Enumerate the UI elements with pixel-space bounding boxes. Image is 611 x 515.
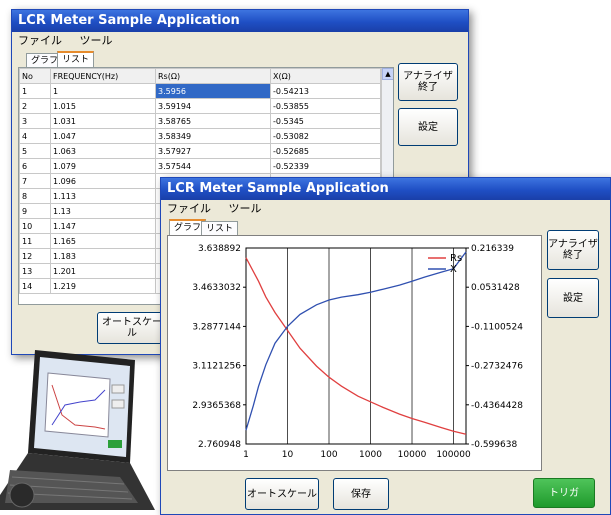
cell-no[interactable]: 13 [19, 263, 51, 279]
cell-x[interactable]: -0.53082 [270, 128, 381, 144]
table-row[interactable]: 3 1.031 3.58765 -0.5345 [19, 113, 381, 129]
cell-no[interactable]: 1 [19, 83, 51, 99]
x-tick-label: 1000 [359, 450, 382, 460]
window-title: LCR Meter Sample Application [12, 10, 468, 32]
y-right-tick-label: 0.216339 [471, 244, 514, 254]
y-right-tick-label: 0.0531428 [471, 283, 520, 293]
cell-frequency[interactable]: 1 [50, 83, 156, 99]
cell-no[interactable]: 9 [19, 203, 51, 219]
x-tick-label: 1 [243, 450, 249, 460]
cell-no[interactable]: 14 [19, 278, 51, 294]
cell-no[interactable]: 8 [19, 188, 51, 204]
cell-frequency[interactable]: 1.13 [50, 203, 156, 219]
legend-label-x: X [450, 264, 457, 275]
cell-no[interactable]: 7 [19, 173, 51, 189]
cell-no[interactable]: 6 [19, 158, 51, 174]
legend-label-rs: Rs [450, 253, 462, 264]
column-header-rs[interactable]: Rs(Ω) [155, 68, 271, 84]
y-right-tick-label: -0.2732476 [471, 362, 523, 372]
y-right-tick-label: -0.4364428 [471, 401, 523, 411]
table-row[interactable]: 1 1 3.5956 -0.54213 [19, 83, 381, 99]
cell-frequency[interactable]: 1.165 [50, 233, 156, 249]
cell-frequency[interactable]: 1.031 [50, 113, 156, 129]
y-left-tick-label: 2.760948 [198, 440, 241, 450]
graph-panel: 1 10 100 1000 10000 100000 3.638892 3.4633032 3.… [167, 235, 542, 471]
chart: 1 10 100 1000 10000 100000 3.638892 3.4633032 3.… [192, 244, 523, 460]
trigger-button[interactable]: トリガ [533, 478, 595, 508]
table-row[interactable]: 6 1.079 3.57544 -0.52339 [19, 158, 381, 174]
y-right-tick-label: -0.1100524 [471, 322, 523, 332]
tab-list[interactable]: リスト [57, 51, 95, 68]
settings-button[interactable]: 設定 [547, 278, 599, 318]
autoscale-button[interactable]: オートスケール [245, 478, 319, 510]
menu-tools[interactable]: ツール [229, 202, 262, 215]
cell-no[interactable]: 3 [19, 113, 51, 129]
table-header-row: No FREQUENCY(Hz) Rs(Ω) X(Ω) [19, 68, 381, 84]
y-left-tick-label: 2.9365368 [192, 401, 241, 411]
column-header-x[interactable]: X(Ω) [270, 68, 381, 84]
cell-frequency[interactable]: 1.113 [50, 188, 156, 204]
cell-rs[interactable]: 3.57927 [155, 143, 271, 159]
cell-frequency[interactable]: 1.096 [50, 173, 156, 189]
cell-no[interactable]: 5 [19, 143, 51, 159]
cell-rs[interactable]: 3.5956 [155, 83, 271, 99]
y-left-tick-label: 3.2877144 [192, 322, 241, 332]
cell-x[interactable]: -0.54213 [270, 83, 381, 99]
cell-rs[interactable]: 3.57544 [155, 158, 271, 174]
graph-window: LCR Meter Sample Application ファイル ツール グラ… [160, 177, 611, 515]
table-row[interactable]: 5 1.063 3.57927 -0.52685 [19, 143, 381, 159]
table-row[interactable]: 4 1.047 3.58349 -0.53082 [19, 128, 381, 144]
cell-frequency[interactable]: 1.201 [50, 263, 156, 279]
cell-no[interactable]: 2 [19, 98, 51, 114]
y-right-tick-label: -0.599638 [471, 440, 517, 450]
scroll-up-icon[interactable]: ▲ [382, 68, 393, 80]
cell-rs[interactable]: 3.59194 [155, 98, 271, 114]
y-left-tick-label: 3.4633032 [192, 283, 241, 293]
cell-frequency[interactable]: 1.015 [50, 98, 156, 114]
settings-button[interactable]: 設定 [398, 108, 458, 146]
menu-tools[interactable]: ツール [80, 34, 113, 47]
save-button[interactable]: 保存 [333, 478, 389, 510]
x-tick-label: 10000 [398, 450, 427, 460]
y-left-tick-label: 3.1121256 [192, 362, 241, 372]
cell-frequency[interactable]: 1.219 [50, 278, 156, 294]
cell-frequency[interactable]: 1.183 [50, 248, 156, 264]
y-left-tick-label: 3.638892 [198, 244, 241, 254]
menu-bar: ファイル ツール [161, 200, 610, 218]
cell-rs[interactable]: 3.58765 [155, 113, 271, 129]
analyzer-end-button[interactable]: アナライザ 終了 [547, 230, 599, 270]
cell-no[interactable]: 10 [19, 218, 51, 234]
x-tick-label: 100000 [436, 450, 471, 460]
laptop-illustration [0, 350, 155, 510]
cell-x[interactable]: -0.52685 [270, 143, 381, 159]
menu-file[interactable]: ファイル [18, 34, 62, 47]
cell-frequency[interactable]: 1.047 [50, 128, 156, 144]
menu-file[interactable]: ファイル [167, 202, 211, 215]
cell-rs[interactable]: 3.58349 [155, 128, 271, 144]
cell-x[interactable]: -0.53855 [270, 98, 381, 114]
cell-frequency[interactable]: 1.079 [50, 158, 156, 174]
cell-no[interactable]: 12 [19, 248, 51, 264]
plot-area [245, 247, 467, 445]
cell-x[interactable]: -0.5345 [270, 113, 381, 129]
window-title: LCR Meter Sample Application [161, 178, 610, 200]
tab-list[interactable]: リスト [201, 221, 239, 236]
cell-frequency[interactable]: 1.063 [50, 143, 156, 159]
column-header-no[interactable]: No [19, 68, 51, 84]
x-tick-label: 100 [320, 450, 337, 460]
cell-no[interactable]: 4 [19, 128, 51, 144]
cell-x[interactable]: -0.52339 [270, 158, 381, 174]
x-tick-label: 10 [282, 450, 294, 460]
cell-no[interactable]: 11 [19, 233, 51, 249]
menu-bar: ファイル ツール [12, 32, 468, 50]
cell-frequency[interactable]: 1.147 [50, 218, 156, 234]
column-header-frequency[interactable]: FREQUENCY(Hz) [50, 68, 156, 84]
autoscale-button[interactable]: オートスケール [97, 312, 167, 344]
analyzer-end-button[interactable]: アナライザ 終了 [398, 63, 458, 101]
table-row[interactable]: 2 1.015 3.59194 -0.53855 [19, 98, 381, 114]
